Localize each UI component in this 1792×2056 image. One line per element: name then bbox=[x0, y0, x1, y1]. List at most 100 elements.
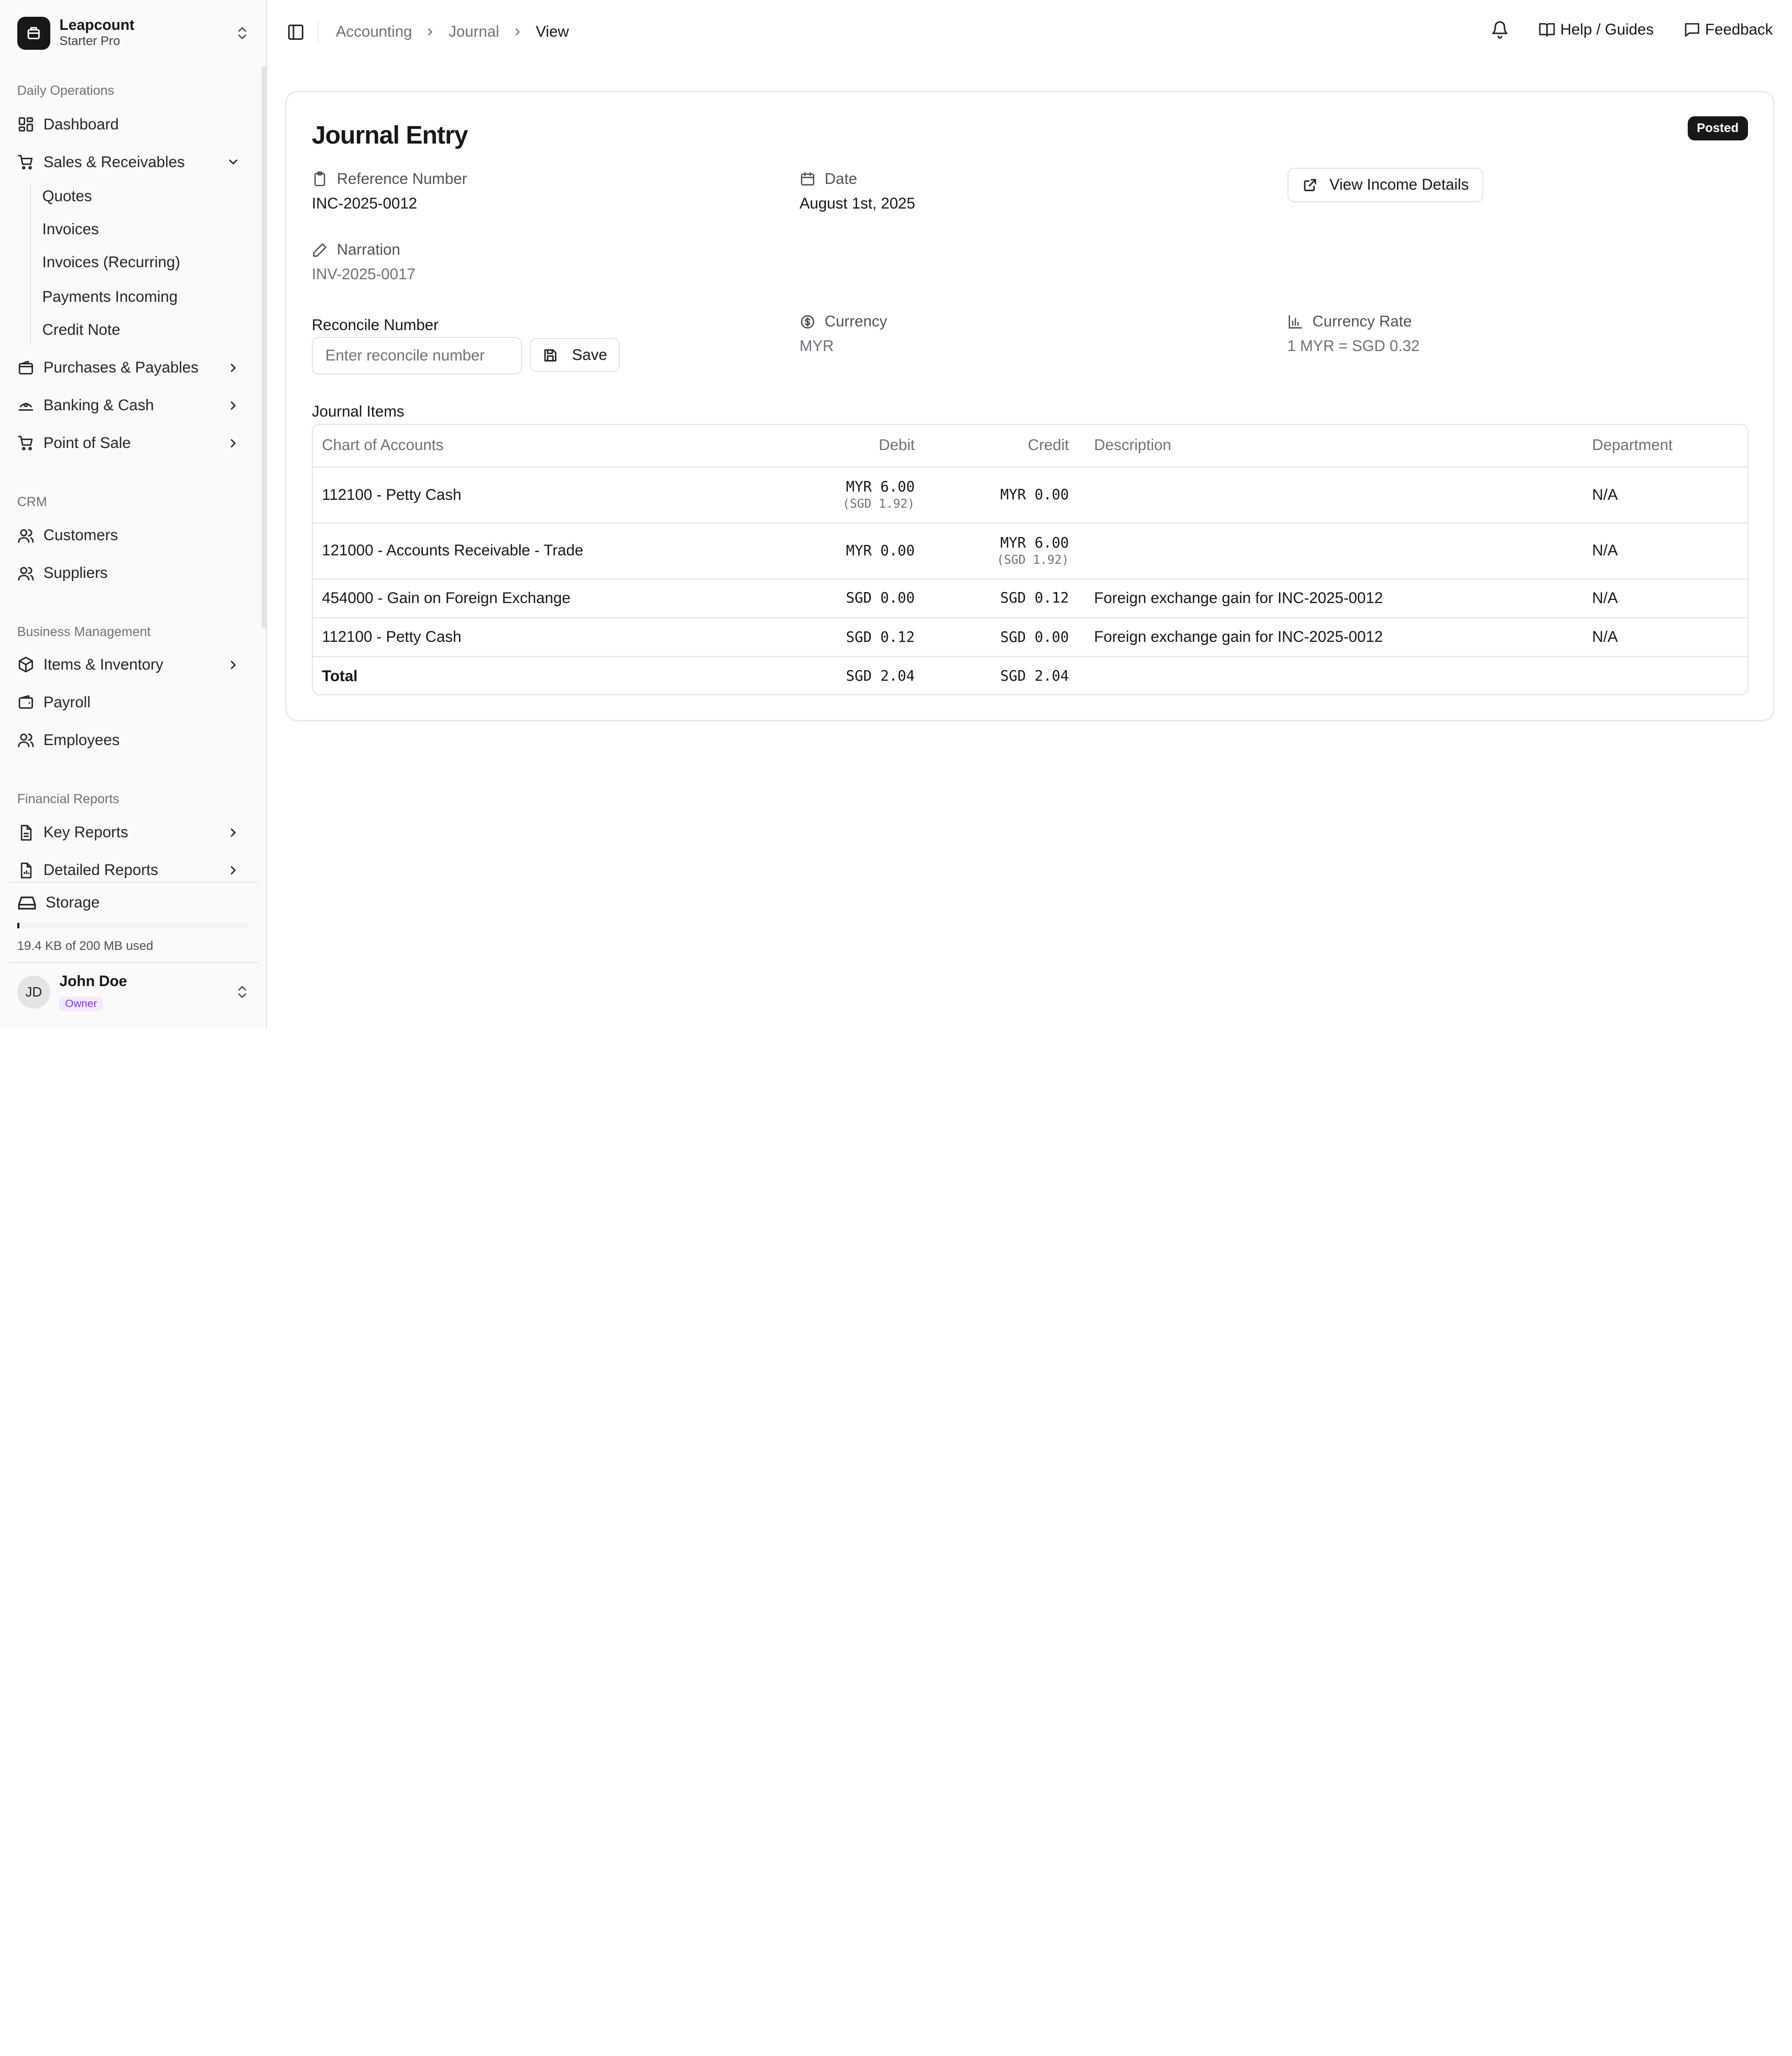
users-icon bbox=[18, 567, 34, 581]
calendar-icon bbox=[801, 172, 814, 186]
debit-cell: MYR 6.00 (SGD 1.92) bbox=[792, 467, 924, 524]
column-header: Debit bbox=[792, 424, 924, 468]
sidebar-item-label: Payroll bbox=[43, 693, 91, 711]
sidebar-item-key-reports[interactable]: Key Reports bbox=[9, 817, 249, 849]
breadcrumb-accounting[interactable]: Accounting bbox=[336, 23, 412, 41]
dashboard-icon bbox=[18, 117, 33, 132]
help-guides-label: Help / Guides bbox=[1560, 20, 1654, 38]
sidebar-subitem-payments-incoming[interactable]: Payments Incoming bbox=[42, 283, 178, 311]
currency-rate-label: Currency Rate bbox=[1312, 313, 1412, 331]
sidebar-item-label: Items & Inventory bbox=[43, 655, 163, 673]
view-income-details-button[interactable]: View Income Details bbox=[1287, 168, 1484, 202]
credit-cell: SGD 0.00 bbox=[924, 617, 1078, 658]
breadcrumb-current: View bbox=[536, 23, 569, 40]
sidebar-subitem-credit-note[interactable]: Credit Note bbox=[42, 316, 121, 344]
org-logo-icon bbox=[17, 16, 50, 50]
reconcile-number-input[interactable] bbox=[311, 336, 522, 375]
chevron-down-icon bbox=[228, 159, 237, 165]
column-header: Department bbox=[1583, 424, 1748, 468]
file-chart-icon bbox=[20, 862, 31, 879]
org-switcher[interactable]: Leapcount Starter Pro bbox=[9, 9, 258, 57]
chevron-right-icon bbox=[231, 866, 236, 874]
description-cell: Foreign exchange gain for INC-2025-0012 bbox=[1078, 617, 1583, 658]
sidebar-item-suppliers[interactable]: Suppliers bbox=[9, 557, 249, 589]
topbar: Accounting Journal View Help / Guides Fe… bbox=[268, 0, 1791, 65]
chevron-right-icon bbox=[231, 828, 236, 837]
currency-rate-value: 1 MYR = SGD 0.32 bbox=[1287, 337, 1420, 355]
total-label: Total bbox=[322, 667, 358, 685]
sidebar-item-detailed-reports[interactable]: Detailed Reports bbox=[9, 855, 249, 880]
credit-cell: MYR 0.00 bbox=[924, 467, 1078, 524]
save-label: Save bbox=[572, 346, 607, 364]
chevron-right-icon bbox=[428, 28, 433, 36]
storage-header[interactable]: Storage bbox=[9, 881, 258, 923]
date-value: August 1st, 2025 bbox=[799, 194, 915, 212]
narration-label: Narration bbox=[336, 240, 400, 258]
column-header: Chart of Accounts bbox=[312, 424, 793, 468]
sidebar-item-banking[interactable]: Banking & Cash bbox=[9, 389, 249, 421]
group-label-reports: Financial Reports bbox=[17, 791, 119, 806]
table-row: 454000 - Gain on Foreign Exchange SGD 0.… bbox=[312, 578, 1748, 618]
journal-items-label: Journal Items bbox=[311, 403, 405, 421]
submenu-line bbox=[29, 182, 31, 345]
journal-entry-card: Journal Entry Posted Reference Number IN… bbox=[286, 91, 1774, 721]
banknote-icon bbox=[18, 402, 33, 411]
debit-cell: SGD 0.12 bbox=[792, 617, 924, 658]
currency-label: Currency bbox=[824, 313, 888, 331]
chevrons-up-down-icon bbox=[238, 27, 246, 39]
sidebar-item-sales[interactable]: Sales & Receivables bbox=[9, 146, 249, 178]
total-credit: SGD 2.04 bbox=[1000, 668, 1069, 685]
narration-field: Narration INV-2025-0017 bbox=[312, 241, 416, 283]
divider bbox=[318, 21, 319, 42]
role-badge: Owner bbox=[59, 996, 103, 1011]
user-menu[interactable]: JD John Doe Owner bbox=[9, 961, 258, 1021]
sidebar-subitem-invoices[interactable]: Invoices bbox=[42, 216, 99, 243]
description-cell bbox=[1078, 523, 1583, 579]
clipboard-icon bbox=[314, 171, 325, 187]
sidebar-item-pos[interactable]: Point of Sale bbox=[9, 427, 249, 459]
description-cell bbox=[1078, 467, 1583, 524]
sidebar-item-label: Suppliers bbox=[43, 564, 108, 582]
journal-items-table: Chart of Accounts Debit Credit Descripti… bbox=[311, 423, 1749, 696]
feedback-link[interactable]: Feedback bbox=[1684, 21, 1773, 39]
sidebar-item-label: Customers bbox=[43, 527, 118, 544]
wallet-icon bbox=[18, 695, 33, 709]
save-icon bbox=[544, 349, 556, 362]
sidebar-toggle-icon[interactable] bbox=[287, 23, 305, 41]
credit-cell: SGD 0.12 bbox=[924, 578, 1078, 618]
wallet-icon bbox=[18, 360, 33, 375]
sidebar-item-purchases[interactable]: Purchases & Payables bbox=[9, 352, 249, 384]
date-field: Date August 1st, 2025 bbox=[800, 170, 915, 213]
hard-drive-icon bbox=[18, 896, 36, 910]
group-label-business: Business Management bbox=[17, 625, 151, 640]
sidebar-item-customers[interactable]: Customers bbox=[9, 520, 249, 552]
sidebar-item-inventory[interactable]: Items & Inventory bbox=[9, 649, 249, 681]
sidebar-item-payroll[interactable]: Payroll bbox=[9, 686, 249, 718]
chevrons-up-down-icon bbox=[238, 986, 246, 998]
sidebar-item-employees[interactable]: Employees bbox=[9, 724, 249, 756]
save-button[interactable]: Save bbox=[530, 338, 620, 373]
description-cell: Foreign exchange gain for INC-2025-0012 bbox=[1078, 578, 1583, 618]
breadcrumb-journal[interactable]: Journal bbox=[449, 23, 499, 41]
total-row: Total SGD 2.04 SGD 2.04 bbox=[313, 657, 1747, 694]
credit-cell: MYR 6.00 (SGD 1.92) bbox=[924, 523, 1078, 579]
users-icon bbox=[18, 529, 34, 543]
sidebar-subitem-quotes[interactable]: Quotes bbox=[42, 183, 92, 210]
bell-icon[interactable] bbox=[1491, 20, 1509, 39]
table-header-row: Chart of Accounts Debit Credit Descripti… bbox=[312, 424, 1748, 468]
pencil-icon bbox=[313, 243, 326, 257]
user-name: John Doe bbox=[59, 972, 127, 990]
table-row: 121000 - Accounts Receivable - Trade MYR… bbox=[312, 523, 1748, 579]
feedback-label: Feedback bbox=[1705, 20, 1773, 38]
table-row: 112100 - Petty Cash MYR 6.00 (SGD 1.92) M… bbox=[312, 467, 1748, 524]
sidebar-item-label: Employees bbox=[43, 731, 120, 749]
department-cell: N/A bbox=[1583, 617, 1748, 658]
sidebar-nav: Daily Operations Dashboard Sales & Recei… bbox=[0, 69, 267, 880]
help-guides-link[interactable]: Help / Guides bbox=[1538, 21, 1654, 39]
currency-field: Currency MYR bbox=[800, 313, 887, 355]
sidebar-item-dashboard[interactable]: Dashboard bbox=[9, 108, 249, 140]
sidebar-subitem-invoices-recurring[interactable]: Invoices (Recurring) bbox=[42, 249, 180, 276]
chevron-right-icon bbox=[231, 401, 236, 410]
view-income-details-label: View Income Details bbox=[1329, 176, 1469, 193]
account-cell: 112100 - Petty Cash bbox=[312, 617, 793, 658]
